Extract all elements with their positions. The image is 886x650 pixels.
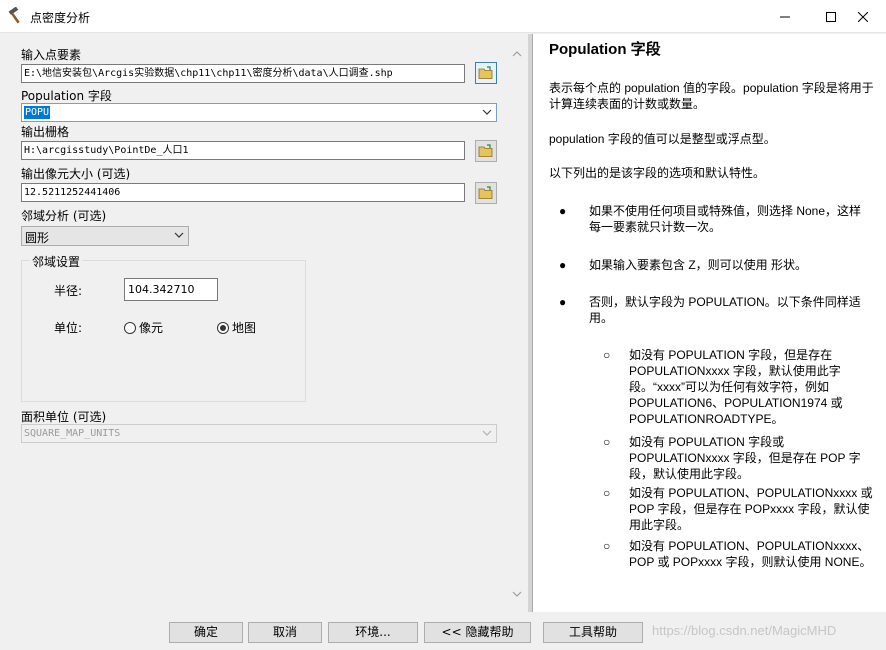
neighborhood-value: 圆形 — [25, 231, 50, 245]
input-points-field[interactable]: E:\地信安装包\Arcgis实验数据\chp11\chp11\密度分析\dat… — [21, 64, 465, 83]
browse-cellsize-button[interactable] — [475, 182, 497, 204]
circle-bullet-icon: ○ — [603, 539, 611, 553]
neighborhood-label: 邻域分析 (可选) — [21, 209, 107, 223]
tool-help-button[interactable]: 工具帮助 — [543, 622, 643, 643]
scroll-up-icon[interactable] — [512, 50, 522, 57]
population-field-label: Population 字段 — [21, 89, 112, 103]
help-paragraph: 表示每个点的 population 值的字段。population 字段是将用于… — [549, 81, 874, 111]
radius-field[interactable]: 104.342710 — [124, 278, 218, 301]
unit-map-radio[interactable]: 地图 — [217, 319, 256, 336]
browse-input-button[interactable] — [475, 62, 497, 84]
output-raster-field[interactable]: H:\arcgisstudy\PointDe_人口1 — [21, 141, 465, 160]
radio-circle-selected — [217, 321, 229, 334]
help-subbullet-text: 如没有 POPULATION、POPULATIONxxxx、POP 或 POPx… — [629, 539, 872, 569]
neighborhood-combo[interactable]: 圆形 — [21, 226, 189, 246]
chevron-down-icon — [482, 430, 492, 436]
help-paragraph: 以下列出的是该字段的选项和默认特性。 — [549, 166, 766, 180]
hammer-icon — [7, 6, 25, 25]
unit-map-label: 地图 — [232, 321, 257, 335]
title-bar: 点密度分析 — [0, 0, 886, 33]
help-subbullet-text: 如没有 POPULATION、POPULATIONxxxx 或 POP 字段，但… — [629, 486, 873, 532]
help-bullet-text: 如果不使用任何项目或特殊值，则选择 None，这样每一要素就只计数一次。 — [589, 204, 862, 234]
environments-button[interactable]: 环境... — [328, 622, 418, 643]
browse-output-button[interactable] — [475, 140, 497, 162]
area-units-value: SQUARE_MAP_UNITS — [24, 428, 121, 439]
help-bullet-text: 如果输入要素包含 Z，则可以使用 形状。 — [589, 258, 807, 272]
circle-bullet-icon: ○ — [603, 348, 611, 362]
bullet-icon: ● — [559, 258, 567, 272]
folder-icon — [478, 144, 493, 157]
unit-cell-label: 像元 — [139, 321, 164, 335]
help-heading: Population 字段 — [549, 41, 661, 58]
minimize-button[interactable] — [762, 0, 808, 33]
hide-help-button[interactable]: << 隐藏帮助 — [424, 622, 531, 643]
radius-label: 半径: — [54, 284, 83, 298]
area-units-combo[interactable]: SQUARE_MAP_UNITS — [21, 424, 497, 443]
input-points-label: 输入点要素 — [21, 48, 82, 62]
area-units-label: 面积单位 (可选) — [21, 410, 107, 424]
close-button[interactable] — [840, 0, 886, 33]
neighborhood-settings-group: 邻域设置 半径: 104.342710 单位: 像元 地图 — [21, 253, 306, 402]
unit-cell-radio[interactable]: 像元 — [124, 319, 163, 336]
ok-button[interactable]: 确定 — [169, 622, 243, 643]
help-subbullet-text: 如没有 POPULATION 字段或 POPULATIONxxxx 字段，但是存… — [629, 435, 861, 481]
radio-circle — [124, 321, 136, 334]
units-label: 单位: — [54, 321, 83, 335]
bullet-icon: ● — [559, 204, 567, 218]
bullet-icon: ● — [559, 295, 567, 309]
neighborhood-settings-title: 邻域设置 — [30, 253, 83, 270]
help-paragraph: population 字段的值可以是整型或浮点型。 — [549, 132, 776, 146]
chevron-down-icon — [482, 109, 492, 115]
population-field-value: POPU — [24, 106, 51, 119]
scroll-down-icon[interactable] — [512, 591, 522, 598]
folder-icon — [478, 66, 493, 79]
circle-bullet-icon: ○ — [603, 486, 611, 500]
output-raster-label: 输出栅格 — [21, 125, 70, 139]
help-subbullet-text: 如没有 POPULATION 字段，但是存在 POPULATIONxxxx 字段… — [629, 348, 843, 426]
cell-size-field[interactable]: 12.5211252441406 — [21, 183, 465, 202]
window-title: 点密度分析 — [30, 11, 91, 25]
folder-icon — [478, 186, 493, 199]
circle-bullet-icon: ○ — [603, 435, 611, 449]
population-field-combo[interactable]: POPU — [21, 103, 497, 122]
cell-size-label: 输出像元大小 (可选) — [21, 167, 131, 181]
parameters-panel: 输入点要素 E:\地信安装包\Arcgis实验数据\chp11\chp11\密度… — [0, 34, 528, 612]
help-panel: Population 字段 表示每个点的 population 值的字段。pop… — [532, 34, 886, 612]
watermark-text: https://blog.csdn.net/MagicMHD — [652, 623, 837, 638]
chevron-down-icon — [174, 232, 184, 238]
cancel-button[interactable]: 取消 — [248, 622, 322, 643]
vertical-scrollbar[interactable] — [510, 46, 524, 602]
help-bullet-text: 否则，默认字段为 POPULATION。以下条件同样适用。 — [589, 295, 861, 325]
